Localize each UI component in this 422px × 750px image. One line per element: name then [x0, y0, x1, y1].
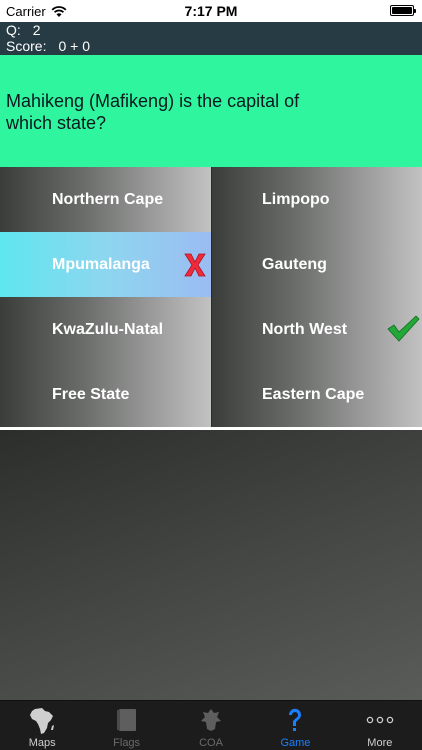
- battery-icon: [390, 5, 416, 16]
- answer-label: Gauteng: [262, 256, 327, 273]
- tab-game[interactable]: Game: [253, 701, 337, 750]
- tab-label: COA: [199, 737, 223, 749]
- tab-label: Maps: [28, 737, 56, 749]
- answer-label: Eastern Cape: [262, 386, 365, 403]
- answer-limpopo[interactable]: Limpopo: [211, 167, 422, 232]
- question-mark-icon: [289, 708, 302, 731]
- score-value: 0 + 0: [58, 38, 90, 54]
- tab-label: Flags: [113, 737, 141, 749]
- flag-book-icon: [116, 709, 136, 731]
- answer-label: North West: [262, 321, 348, 338]
- question-text: Mahikeng (Mafikeng) is the capital of wh…: [6, 91, 300, 133]
- question-panel: Mahikeng (Mafikeng) is the capital of wh…: [0, 55, 422, 167]
- answer-label: Limpopo: [262, 191, 330, 208]
- answer-northern-cape[interactable]: Northern Cape: [0, 167, 211, 232]
- question-counter-value: 2: [32, 22, 41, 38]
- tab-maps[interactable]: Maps: [0, 701, 84, 750]
- status-bar: Carrier 7:17 PM: [0, 0, 422, 22]
- tab-flags[interactable]: Flags: [84, 701, 168, 750]
- tab-label: More: [367, 737, 393, 749]
- clock: 7:17 PM: [184, 3, 238, 19]
- tab-label: Game: [280, 737, 311, 749]
- answer-eastern-cape[interactable]: Eastern Cape: [211, 362, 422, 427]
- tab-more[interactable]: More: [338, 701, 422, 750]
- tab-bar: Maps Flags COA Game More: [0, 700, 422, 750]
- question-counter: Q: 2: [6, 22, 41, 38]
- tab-coa[interactable]: COA: [169, 701, 253, 750]
- answer-label: Mpumalanga: [52, 256, 150, 273]
- wrong-x-icon: [184, 253, 206, 277]
- status-right: [390, 5, 416, 16]
- score-panel: Q: 2 Score: 0 + 0: [0, 22, 422, 55]
- answer-mpumalanga[interactable]: Mpumalanga: [0, 232, 211, 297]
- answer-kwazulu-natal[interactable]: KwaZulu-Natal: [0, 297, 211, 362]
- answer-north-west[interactable]: North West: [211, 297, 422, 362]
- africa-map-icon: [30, 708, 55, 734]
- answer-gauteng[interactable]: Gauteng: [211, 232, 422, 297]
- score-label: Score:: [6, 38, 47, 54]
- score-line: Score: 0 + 0: [6, 38, 90, 54]
- game-background: [0, 430, 422, 700]
- question-counter-label: Q:: [6, 22, 21, 38]
- answer-label: KwaZulu-Natal: [52, 321, 164, 338]
- app-root: Carrier 7:17 PM Q: 2 Score: 0 + 0 Mahikeng…: [0, 0, 422, 750]
- answer-label: Free State: [52, 386, 130, 403]
- answer-grid: Northern Cape Limpopo Mpumalanga Gauteng…: [0, 167, 422, 430]
- more-dots-icon: [366, 716, 394, 724]
- coat-of-arms-icon: [201, 709, 222, 731]
- answer-free-state[interactable]: Free State: [0, 362, 211, 427]
- correct-check-icon: [387, 315, 420, 342]
- answer-label: Northern Cape: [52, 191, 164, 208]
